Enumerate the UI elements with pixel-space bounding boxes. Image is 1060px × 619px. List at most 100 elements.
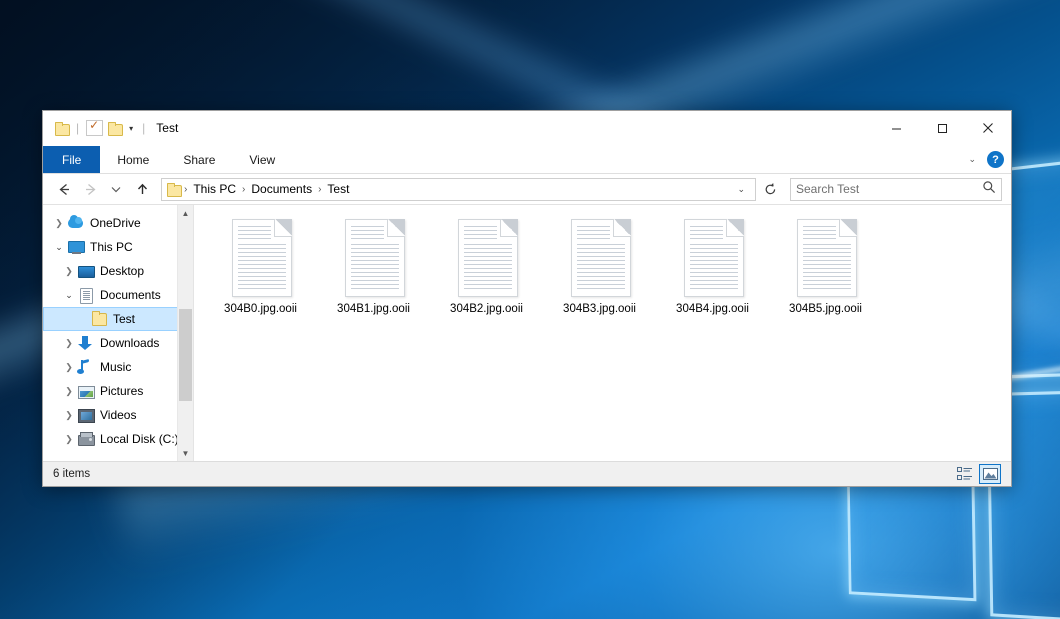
window-body: ❯ OneDrive ⌄ This PC ❯ Desktop ⌄ Documen… xyxy=(43,204,1011,461)
toolbar-divider: | xyxy=(140,121,147,135)
navigation-scrollbar[interactable]: ▲ ▼ xyxy=(177,205,193,461)
file-name: 304B4.jpg.ooii xyxy=(676,303,749,315)
file-name: 304B3.jpg.ooii xyxy=(563,303,636,315)
file-name: 304B2.jpg.ooii xyxy=(450,303,523,315)
file-list-pane[interactable]: 304B0.jpg.ooii 304B1.jpg.ooii 304B2.jpg.… xyxy=(194,205,1011,461)
chevron-down-icon[interactable]: ⌄ xyxy=(732,184,750,195)
file-item[interactable]: 304B5.jpg.ooii xyxy=(769,213,882,315)
sidebar-item-onedrive[interactable]: ❯ OneDrive xyxy=(43,211,193,235)
sidebar-item-test[interactable]: Test xyxy=(43,307,193,331)
cloud-icon xyxy=(67,215,85,231)
sidebar-item-label: Documents xyxy=(100,288,161,302)
sidebar-item-music[interactable]: ❯ Music xyxy=(43,355,193,379)
chevron-right-icon[interactable]: ❯ xyxy=(61,410,77,421)
sidebar-item-label: OneDrive xyxy=(90,216,141,230)
search-input[interactable]: Search Test xyxy=(790,178,1002,201)
file-item[interactable]: 304B0.jpg.ooii xyxy=(204,213,317,315)
details-view-icon[interactable] xyxy=(955,465,975,483)
videos-icon xyxy=(77,407,95,423)
sidebar-item-label: Downloads xyxy=(100,336,159,350)
desktop-icon xyxy=(77,263,95,279)
breadcrumb[interactable]: › This PC › Documents › Test ⌄ xyxy=(161,178,756,201)
generic-document-icon xyxy=(341,217,407,297)
generic-document-icon xyxy=(228,217,294,297)
quick-access-toolbar: | ▾ | xyxy=(43,120,147,136)
chevron-down-icon[interactable]: ⌄ xyxy=(959,154,985,165)
breadcrumb-separator: › xyxy=(242,184,245,195)
recent-locations-button[interactable] xyxy=(104,177,128,201)
chevron-right-icon[interactable]: ❯ xyxy=(61,434,77,445)
sidebar-item-videos[interactable]: ❯ Videos xyxy=(43,403,193,427)
sidebar-item-label: Test xyxy=(113,312,135,326)
sidebar-item-local-disk-c[interactable]: ❯ Local Disk (C:) xyxy=(43,427,193,451)
file-item[interactable]: 304B4.jpg.ooii xyxy=(656,213,769,315)
folder-icon[interactable] xyxy=(55,122,69,134)
computer-icon xyxy=(67,239,85,255)
maximize-button[interactable] xyxy=(919,112,965,145)
window-title: Test xyxy=(156,121,178,135)
up-button[interactable] xyxy=(130,177,154,201)
scrollbar-thumb[interactable] xyxy=(179,309,192,401)
minimize-button[interactable] xyxy=(873,112,919,145)
file-name: 304B1.jpg.ooii xyxy=(337,303,410,315)
file-item[interactable]: 304B2.jpg.ooii xyxy=(430,213,543,315)
chevron-right-icon[interactable]: ❯ xyxy=(61,386,77,397)
breadcrumb-separator: › xyxy=(318,184,321,195)
generic-document-icon xyxy=(454,217,520,297)
breadcrumb-item-documents[interactable]: Documents xyxy=(248,182,315,196)
tab-home[interactable]: Home xyxy=(100,146,166,173)
close-button[interactable] xyxy=(965,112,1011,145)
generic-document-icon xyxy=(793,217,859,297)
sidebar-item-desktop[interactable]: ❯ Desktop xyxy=(43,259,193,283)
sidebar-item-this-pc[interactable]: ⌄ This PC xyxy=(43,235,193,259)
file-item[interactable]: 304B3.jpg.ooii xyxy=(543,213,656,315)
chevron-down-icon[interactable]: ▾ xyxy=(127,124,135,133)
folder-icon xyxy=(90,311,108,327)
file-name: 304B0.jpg.ooii xyxy=(224,303,297,315)
search-icon[interactable] xyxy=(982,180,996,199)
download-icon xyxy=(77,335,95,351)
sidebar-item-label: Local Disk (C:) xyxy=(100,432,179,446)
sidebar-item-pictures[interactable]: ❯ Pictures xyxy=(43,379,193,403)
title-bar: | ▾ | Test xyxy=(43,111,1011,146)
chevron-right-icon[interactable]: ❯ xyxy=(51,218,67,229)
file-name: 304B5.jpg.ooii xyxy=(789,303,862,315)
refresh-button[interactable] xyxy=(758,177,782,201)
disk-icon xyxy=(77,431,95,447)
tab-file[interactable]: File xyxy=(43,146,100,173)
pictures-icon xyxy=(77,383,95,399)
chevron-right-icon[interactable]: ❯ xyxy=(61,362,77,373)
new-folder-icon[interactable] xyxy=(108,122,122,134)
item-count-label: 6 items xyxy=(53,468,90,480)
breadcrumb-separator: › xyxy=(184,184,187,195)
chevron-right-icon[interactable]: ❯ xyxy=(61,338,77,349)
help-icon[interactable]: ? xyxy=(987,151,1004,168)
chevron-up-icon[interactable]: ▲ xyxy=(178,205,193,221)
sidebar-item-documents[interactable]: ⌄ Documents xyxy=(43,283,193,307)
tab-view[interactable]: View xyxy=(232,146,292,173)
chevron-down-icon[interactable]: ⌄ xyxy=(61,290,77,301)
folder-icon xyxy=(167,183,181,195)
large-icons-view-icon[interactable] xyxy=(979,464,1001,484)
tab-share[interactable]: Share xyxy=(166,146,232,173)
generic-document-icon xyxy=(567,217,633,297)
sidebar-item-label: Pictures xyxy=(100,384,143,398)
sidebar-item-label: Desktop xyxy=(100,264,144,278)
chevron-right-icon[interactable]: ❯ xyxy=(61,266,77,277)
chevron-down-icon[interactable]: ▼ xyxy=(178,445,193,461)
ribbon-tab-bar: File Home Share View ⌄ ? xyxy=(43,146,1011,174)
document-icon xyxy=(77,287,95,303)
properties-checkbox-icon[interactable] xyxy=(86,120,103,136)
forward-button[interactable] xyxy=(78,177,102,201)
back-button[interactable] xyxy=(52,177,76,201)
toolbar-divider: | xyxy=(74,121,81,135)
breadcrumb-item-test[interactable]: Test xyxy=(324,182,352,196)
sidebar-item-label: This PC xyxy=(90,240,133,254)
address-bar: › This PC › Documents › Test ⌄ Search Te… xyxy=(43,174,1011,204)
chevron-down-icon[interactable]: ⌄ xyxy=(51,242,67,253)
file-explorer-window: | ▾ | Test File Home Share View ⌄ ? xyxy=(42,110,1012,487)
file-item[interactable]: 304B1.jpg.ooii xyxy=(317,213,430,315)
sidebar-item-downloads[interactable]: ❯ Downloads xyxy=(43,331,193,355)
breadcrumb-item-this-pc[interactable]: This PC xyxy=(190,182,239,196)
search-placeholder: Search Test xyxy=(796,182,982,196)
